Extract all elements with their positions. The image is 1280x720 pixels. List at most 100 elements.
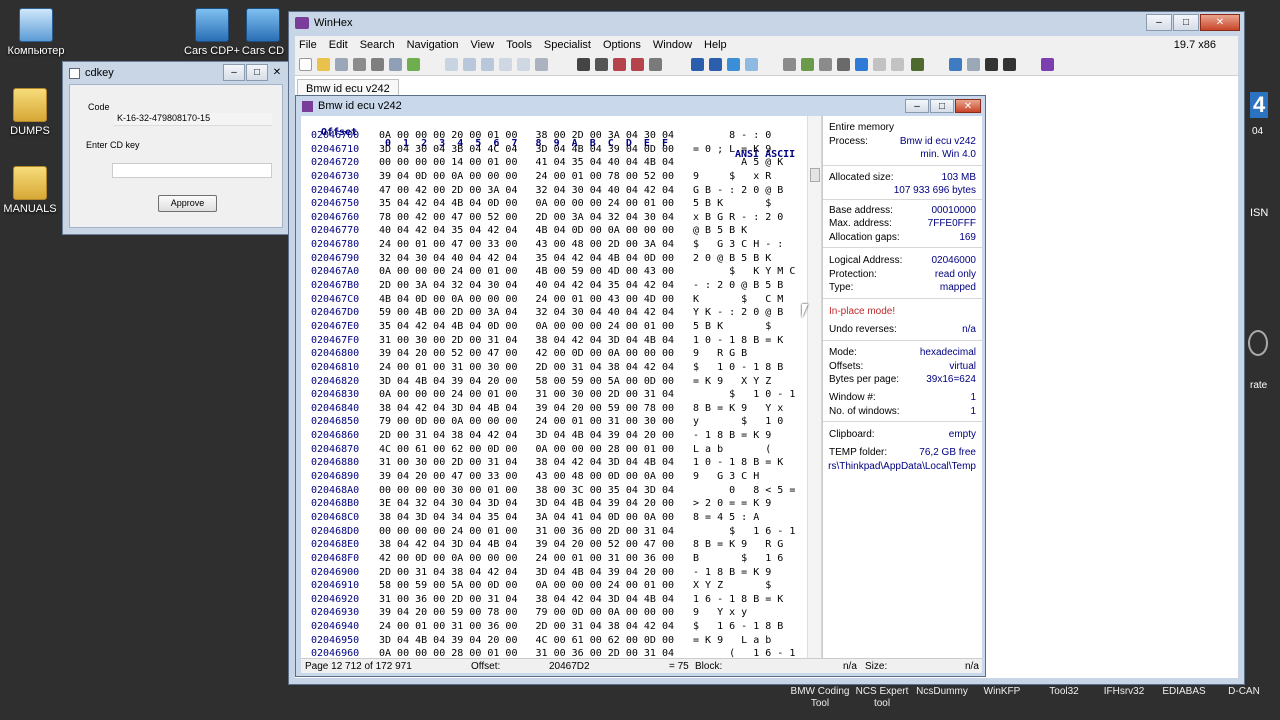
row-ascii[interactable]: - 1 8 B = K 9 <box>693 566 803 580</box>
row-hex-bytes[interactable]: 32 04 30 04 40 04 42 04 35 04 42 04 4B 0… <box>373 252 693 266</box>
hex-row[interactable]: 02046940 24 00 01 00 31 00 36 00 2D 00 31… <box>301 620 803 634</box>
save-icon[interactable] <box>335 58 348 71</box>
menu-specialist[interactable]: Specialist <box>544 39 591 51</box>
row-hex-bytes[interactable]: 38 04 42 04 3D 04 4B 04 39 04 20 00 52 0… <box>373 538 693 552</box>
hex-row[interactable]: 02046740 47 00 42 00 2D 00 3A 04 32 04 30… <box>301 184 803 198</box>
copy-icon[interactable] <box>389 58 402 71</box>
row-ascii[interactable]: $ G 3 C H - : <box>693 238 803 252</box>
hex-row[interactable]: 020467A0 0A 00 00 00 24 00 01 00 4B 00 59… <box>301 265 803 279</box>
menu-help[interactable]: Help <box>704 39 727 51</box>
hex-row[interactable]: 02046750 35 04 42 04 4B 04 0D 00 0A 00 00… <box>301 197 803 211</box>
vertical-scrollbar[interactable] <box>807 116 821 659</box>
hex-row[interactable]: 02046950 3D 04 4B 04 39 04 20 00 4C 00 61… <box>301 634 803 648</box>
close-button[interactable]: ✕ <box>955 99 981 113</box>
hex-row[interactable]: 020468D0 00 00 00 00 24 00 01 00 31 00 36… <box>301 525 803 539</box>
row-hex-bytes[interactable]: 78 00 42 00 47 00 52 00 2D 00 3A 04 32 0… <box>373 211 693 225</box>
cd-key-input[interactable] <box>112 163 272 178</box>
hex-row[interactable]: 02046850 79 00 0D 00 0A 00 00 00 24 00 01… <box>301 415 803 429</box>
undo-icon[interactable] <box>445 58 458 71</box>
hex-editor[interactable]: Offset 0 1 2 3 4 5 6 7 8 9 A B C D E F A… <box>301 116 817 659</box>
row-ascii[interactable]: 5 B K $ <box>693 197 803 211</box>
replace-text-icon[interactable] <box>613 58 626 71</box>
properties-icon[interactable] <box>371 58 384 71</box>
row-hex-bytes[interactable]: 35 04 42 04 4B 04 0D 00 0A 00 00 00 24 0… <box>373 197 693 211</box>
row-hex-bytes[interactable]: 3E 04 32 04 30 04 3D 04 3D 04 4B 04 39 0… <box>373 497 693 511</box>
row-hex-bytes[interactable]: 00 00 00 00 30 00 01 00 38 00 3C 00 35 0… <box>373 484 693 498</box>
taskbar-ncsdummy[interactable]: NcsDummy <box>908 686 976 698</box>
row-ascii[interactable]: $ 1 0 - 1 <box>693 388 803 402</box>
row-ascii[interactable]: G B - : 2 0 @ B <box>693 184 803 198</box>
hex-row[interactable]: 02046780 24 00 01 00 47 00 33 00 43 00 48… <box>301 238 803 252</box>
grid-icon[interactable] <box>949 58 962 71</box>
license-icon[interactable] <box>1041 58 1054 71</box>
row-ascii[interactable]: 9 R G B <box>693 347 803 361</box>
row-hex-bytes[interactable]: 24 00 01 00 47 00 33 00 43 00 48 00 2D 0… <box>373 238 693 252</box>
paste-special-icon[interactable] <box>517 58 530 71</box>
cut-icon[interactable] <box>463 58 476 71</box>
hex-row[interactable]: 020468B0 3E 04 32 04 30 04 3D 04 3D 04 4B… <box>301 497 803 511</box>
row-hex-bytes[interactable]: 38 04 42 04 3D 04 4B 04 39 04 20 00 59 0… <box>373 402 693 416</box>
menu-options[interactable]: Options <box>603 39 641 51</box>
menu-file[interactable]: File <box>299 39 317 51</box>
menu-tools[interactable]: Tools <box>506 39 532 51</box>
desktop-icon-dumps[interactable]: DUMPS <box>0 88 66 137</box>
goto-page-icon[interactable] <box>709 58 722 71</box>
row-ascii[interactable]: 9 Y x y <box>693 606 803 620</box>
row-hex-bytes[interactable]: 40 04 42 04 35 04 42 04 4B 04 0D 00 0A 0… <box>373 224 693 238</box>
goto-offset-icon[interactable] <box>691 58 704 71</box>
taskbar-tool32[interactable]: Tool32 <box>1030 686 1098 698</box>
zoom-icon[interactable] <box>855 58 868 71</box>
scroll-thumb[interactable] <box>810 168 820 182</box>
maximize-button[interactable]: □ <box>930 99 954 113</box>
menu-search[interactable]: Search <box>360 39 395 51</box>
row-hex-bytes[interactable]: 35 04 42 04 4B 04 0D 00 0A 00 00 00 24 0… <box>373 320 693 334</box>
hex-row[interactable]: 02046890 39 04 20 00 47 00 33 00 43 00 48… <box>301 470 803 484</box>
row-hex-bytes[interactable]: 31 00 30 00 2D 00 31 04 38 04 42 04 3D 0… <box>373 456 693 470</box>
hex-row[interactable]: 02046910 58 00 59 00 5A 00 0D 00 0A 00 00… <box>301 579 803 593</box>
row-hex-bytes[interactable]: 38 04 3D 04 34 04 35 04 3A 04 41 04 0D 0… <box>373 511 693 525</box>
taskbar-d-can[interactable]: D-CAN <box>1210 686 1278 698</box>
row-ascii[interactable]: $ 1 6 - 1 8 B <box>693 620 803 634</box>
hex-row[interactable]: 020467E0 35 04 42 04 4B 04 0D 00 0A 00 00… <box>301 320 803 334</box>
row-ascii[interactable]: 1 0 - 1 8 B = K <box>693 456 803 470</box>
hex-row[interactable]: 020468E0 38 04 42 04 3D 04 4B 04 39 04 20… <box>301 538 803 552</box>
search-next-icon[interactable] <box>649 58 662 71</box>
hex-row[interactable]: 02046810 24 00 01 00 31 00 30 00 2D 00 31… <box>301 361 803 375</box>
hex-row[interactable]: 020467D0 59 00 4B 00 2D 00 3A 04 32 04 30… <box>301 306 803 320</box>
taskbar-ifhsrv32[interactable]: IFHsrv32 <box>1090 686 1158 698</box>
row-hex-bytes[interactable]: 59 00 4B 00 2D 00 3A 04 32 04 30 04 40 0… <box>373 306 693 320</box>
calculator-icon[interactable] <box>873 58 886 71</box>
desktop-icon-cars-cd[interactable]: Cars CD <box>238 8 288 57</box>
row-hex-bytes[interactable]: 39 04 20 00 52 00 47 00 42 00 0D 00 0A 0… <box>373 347 693 361</box>
find-hex-icon[interactable] <box>595 58 608 71</box>
new-file-icon[interactable] <box>299 58 312 71</box>
row-hex-bytes[interactable]: 3D 04 4B 04 39 04 20 00 58 00 59 00 5A 0… <box>373 375 693 389</box>
code-value[interactable]: K-16-32-479808170-15 <box>114 113 272 126</box>
menu-edit[interactable]: Edit <box>329 39 348 51</box>
row-ascii[interactable]: 9 $ x R <box>693 170 803 184</box>
row-hex-bytes[interactable]: 31 00 30 00 2D 00 31 04 38 04 42 04 3D 0… <box>373 334 693 348</box>
row-hex-bytes[interactable]: 79 00 0D 00 0A 00 00 00 24 00 01 00 31 0… <box>373 415 693 429</box>
row-ascii[interactable]: 1 0 - 1 8 B = K <box>693 334 803 348</box>
minimize-button[interactable]: – <box>905 99 929 113</box>
next-icon[interactable] <box>1003 58 1016 71</box>
copy-block-icon[interactable] <box>481 58 494 71</box>
row-ascii[interactable]: 8 B = K 9 Y x <box>693 402 803 416</box>
row-ascii[interactable]: 8 = 4 5 : A <box>693 511 803 525</box>
close-button[interactable]: ✕ <box>269 64 285 81</box>
row-ascii[interactable]: 0 8 < 5 = <box>693 484 803 498</box>
hex-row[interactable]: 02046730 39 04 0D 00 0A 00 00 00 24 00 01… <box>301 170 803 184</box>
back-arrow-icon[interactable] <box>727 58 740 71</box>
hex-row[interactable]: 020467C0 4B 04 0D 00 0A 00 00 00 24 00 01… <box>301 293 803 307</box>
fill-icon[interactable] <box>535 58 548 71</box>
document-titlebar[interactable]: Bmw id ecu v242 <box>296 96 985 116</box>
approve-button[interactable]: Approve <box>158 195 217 212</box>
row-hex-bytes[interactable]: 2D 00 3A 04 32 04 30 04 40 04 42 04 35 0… <box>373 279 693 293</box>
hex-row[interactable]: 020467B0 2D 00 3A 04 32 04 30 04 40 04 42… <box>301 279 803 293</box>
row-hex-bytes[interactable]: 3D 04 4B 04 39 04 20 00 4C 00 61 00 62 0… <box>373 634 693 648</box>
row-hex-bytes[interactable]: 4C 00 61 00 62 00 0D 00 0A 00 00 00 28 0… <box>373 443 693 457</box>
export-icon[interactable] <box>407 58 420 71</box>
row-hex-bytes[interactable]: 4B 04 0D 00 0A 00 00 00 24 00 01 00 43 0… <box>373 293 693 307</box>
hex-row[interactable]: 020468F0 42 00 0D 00 0A 00 00 00 24 00 01… <box>301 552 803 566</box>
hex-row[interactable]: 02046700 0A 00 00 00 20 00 01 00 38 00 2D… <box>301 129 803 143</box>
